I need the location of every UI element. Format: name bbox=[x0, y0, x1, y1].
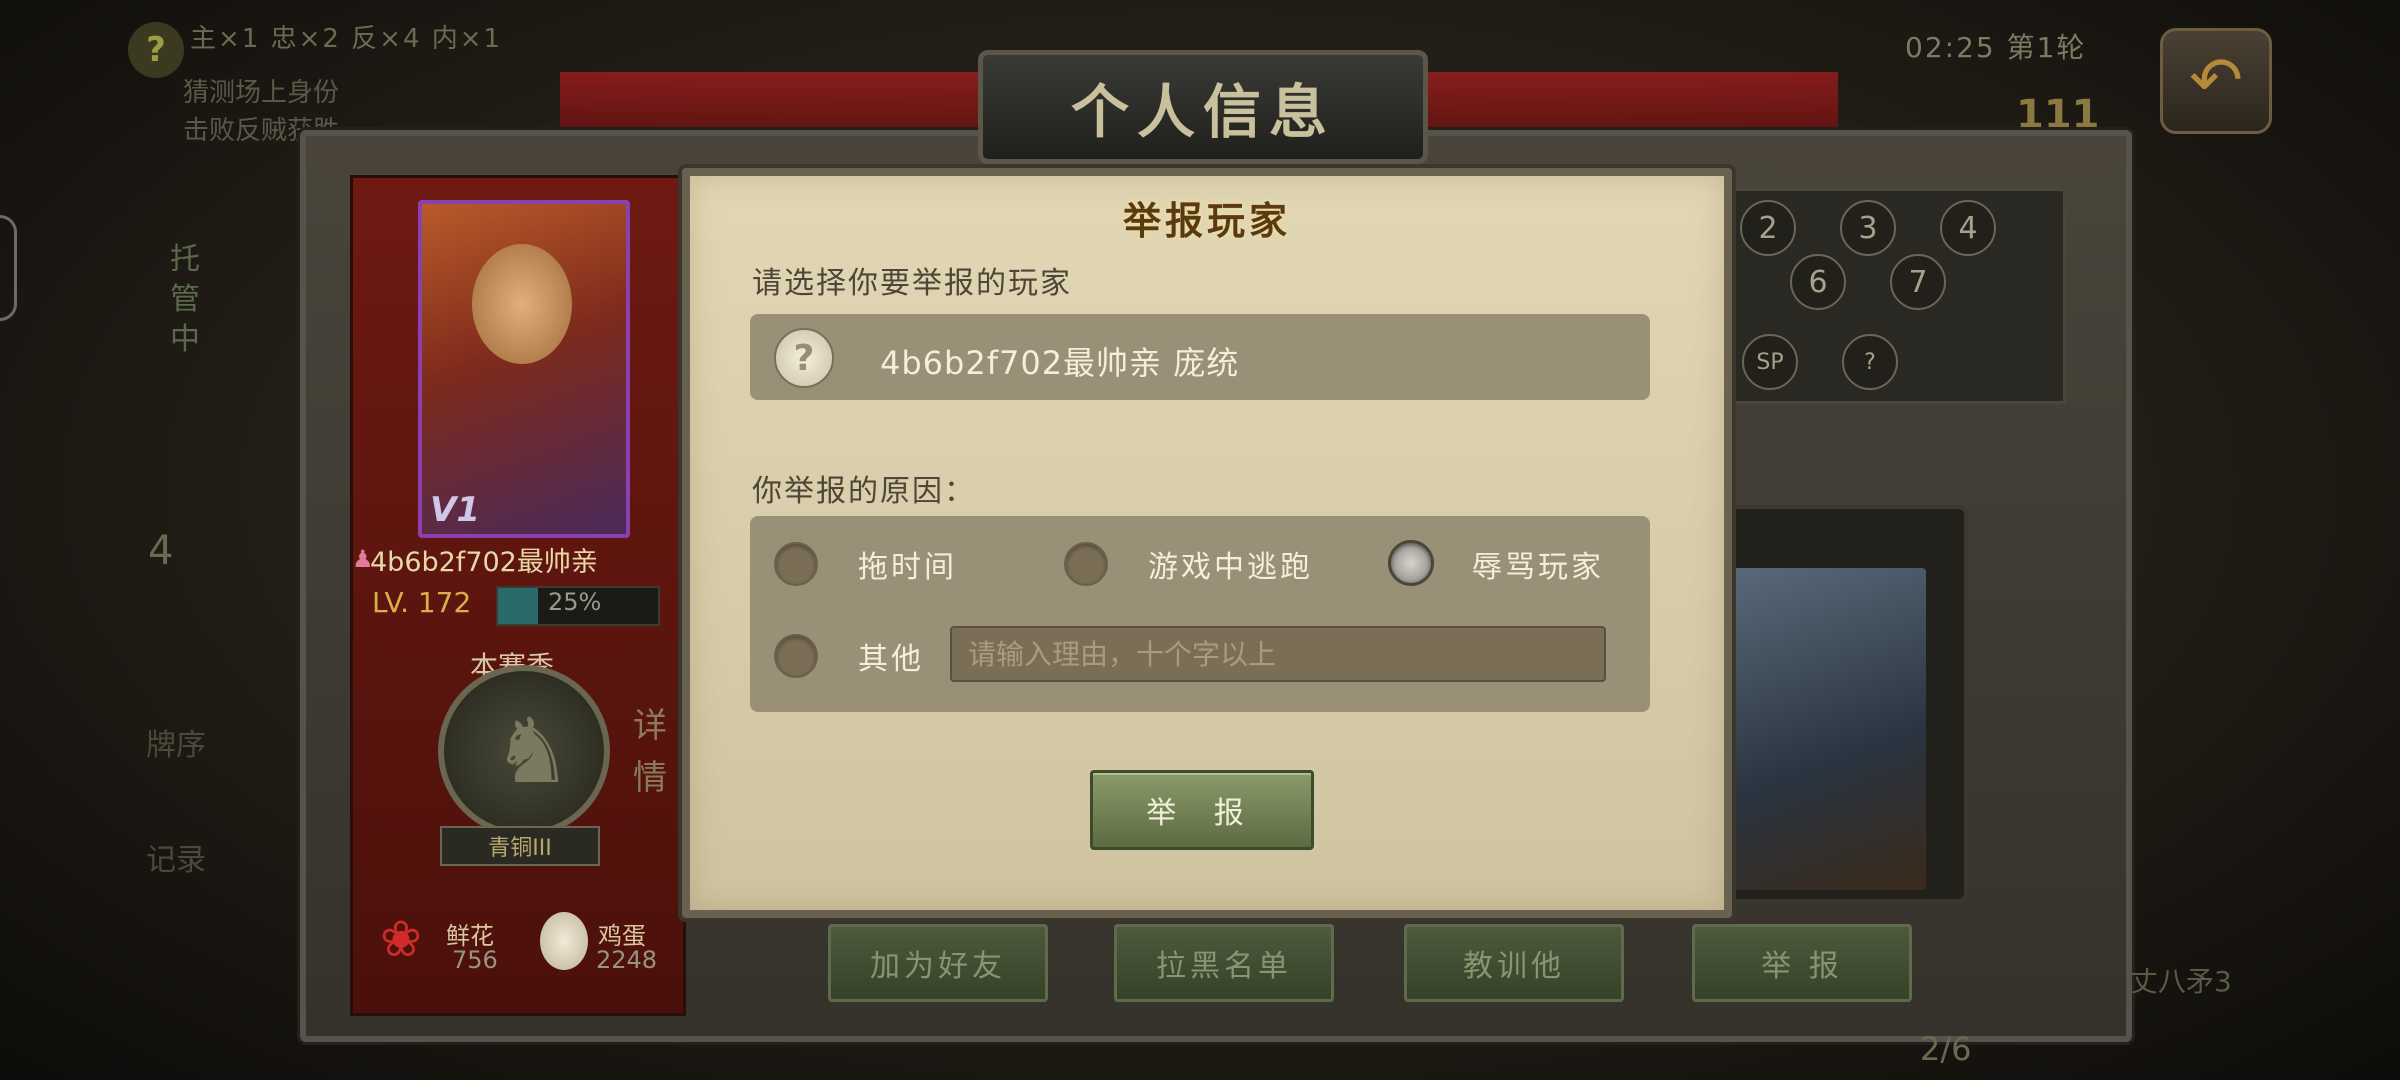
rank-name: 青铜III bbox=[440, 826, 600, 866]
sort-cards-button[interactable]: 牌序 bbox=[146, 720, 206, 764]
player-level: LV. 172 bbox=[372, 586, 472, 619]
page-indicator: 2/6 bbox=[1920, 1030, 1972, 1068]
radio-other[interactable] bbox=[774, 634, 818, 678]
rank-badge: ♞ bbox=[438, 665, 610, 837]
panel-title-plaque: 个人信息 bbox=[978, 50, 1428, 164]
profile-player-name: 4b6b2f702最帅亲 bbox=[370, 547, 598, 578]
star-badge-7: 7 bbox=[1890, 254, 1946, 310]
rose-icon[interactable]: ❀ bbox=[380, 910, 422, 968]
blacklist-button[interactable]: 拉黑名单 bbox=[1114, 924, 1334, 1002]
round-timer: 02:25 第1轮 bbox=[1905, 31, 2087, 64]
game-hint-1: 猜测场上身份 bbox=[183, 78, 340, 108]
star-badge-3: 3 bbox=[1840, 200, 1896, 256]
reason-delay-label[interactable]: 拖时间 bbox=[858, 542, 957, 586]
general-face bbox=[472, 244, 572, 364]
egg-icon[interactable] bbox=[540, 912, 588, 970]
add-friend-button[interactable]: 加为好友 bbox=[828, 924, 1048, 1002]
unknown-badge: ? bbox=[1842, 334, 1898, 390]
left-player-card-count: 4 bbox=[148, 528, 174, 574]
vip-badge: V1 bbox=[430, 490, 480, 530]
star-badge-6: 6 bbox=[1790, 254, 1846, 310]
other-reason-input[interactable] bbox=[950, 626, 1606, 682]
player-avatar-icon: ? bbox=[774, 328, 834, 388]
help-icon[interactable]: ? bbox=[128, 22, 184, 78]
reported-player-name: 4b6b2f702最帅亲 庞统 bbox=[880, 344, 1240, 382]
reported-player-row[interactable]: ? 4b6b2f702最帅亲 庞统 bbox=[750, 314, 1650, 400]
reason-label: 你举报的原因： bbox=[752, 474, 976, 509]
general-portrait: V1 bbox=[418, 200, 630, 538]
back-button[interactable]: ↶ bbox=[2160, 28, 2272, 134]
egg-count: 2248 bbox=[596, 946, 658, 974]
detail-button[interactable]: 详情 bbox=[620, 700, 680, 850]
trusteeship-tag: 托管中 bbox=[170, 242, 200, 357]
panel-title: 个人信息 bbox=[1070, 78, 1335, 146]
radio-escape[interactable] bbox=[1064, 542, 1108, 586]
submit-report-button[interactable]: 举 报 bbox=[1090, 770, 1314, 850]
reason-other-label[interactable]: 其他 bbox=[858, 634, 924, 678]
exp-bar-fill bbox=[498, 588, 538, 624]
star-badge-2: 2 bbox=[1740, 200, 1796, 256]
record-button[interactable]: 记录 bbox=[146, 835, 206, 879]
identity-stats: 主×1 忠×2 反×4 内×1 bbox=[190, 24, 503, 54]
dialog-title: 举报玩家 bbox=[1122, 198, 1291, 243]
teach-lesson-button[interactable]: 教训他 bbox=[1404, 924, 1624, 1002]
general-card-art bbox=[1722, 568, 1926, 890]
reason-abuse-label[interactable]: 辱骂玩家 bbox=[1472, 542, 1604, 586]
reason-options: 拖时间 游戏中逃跑 辱骂玩家 其他 bbox=[750, 516, 1650, 712]
reason-escape-label[interactable]: 游戏中逃跑 bbox=[1148, 542, 1313, 586]
flower-count: 756 bbox=[452, 946, 498, 974]
radio-abuse[interactable] bbox=[1388, 540, 1434, 586]
select-player-prompt: 请选择你要举报的玩家 bbox=[752, 266, 1072, 301]
right-player-equipment: 丈八矛3 bbox=[2130, 965, 2232, 998]
report-action-button[interactable]: 举 报 bbox=[1692, 924, 1912, 1002]
report-dialog: 举报玩家 请选择你要举报的玩家 ? 4b6b2f702最帅亲 庞统 你举报的原因… bbox=[682, 168, 1732, 918]
sp-badge: SP bbox=[1742, 334, 1798, 390]
radio-delay[interactable] bbox=[774, 542, 818, 586]
side-pull-tab[interactable] bbox=[0, 215, 17, 321]
exp-percent: 25% bbox=[548, 588, 602, 616]
back-arrow-icon: ↶ bbox=[2189, 44, 2243, 118]
star-badge-4: 4 bbox=[1940, 200, 1996, 256]
knight-icon: ♞ bbox=[492, 699, 573, 804]
